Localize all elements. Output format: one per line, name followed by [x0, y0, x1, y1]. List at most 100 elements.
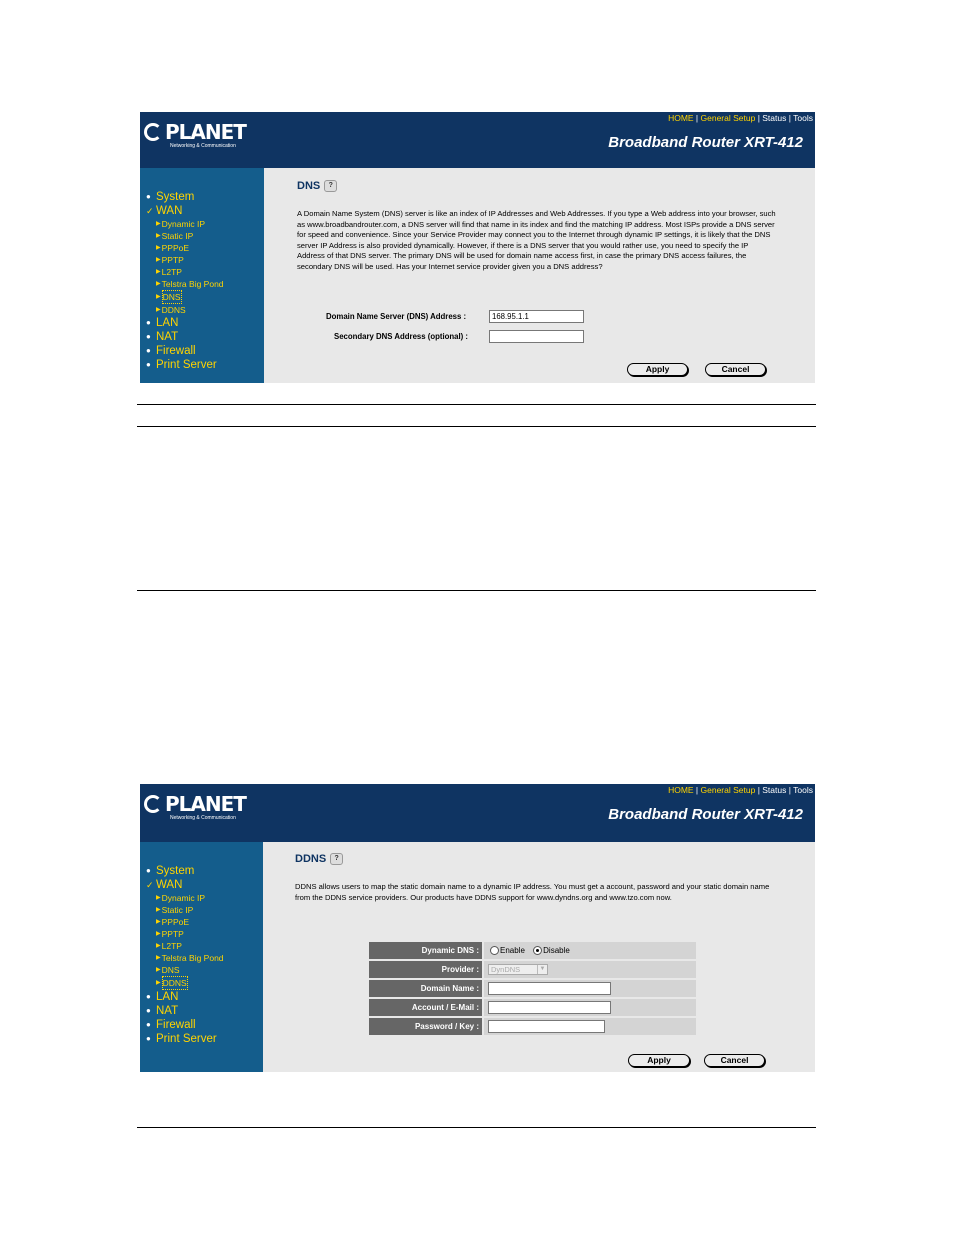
- arrow-icon: ▶: [156, 281, 161, 287]
- submenu-l2tp[interactable]: ▶ L2TP: [146, 266, 224, 278]
- arrow-icon: ▶: [156, 269, 161, 275]
- dns-screenshot: PLANET Networking & Communication HOME |…: [140, 112, 815, 383]
- nav-tools[interactable]: Tools: [793, 113, 813, 123]
- content-area: DDNS? DDNS allows users to map the stati…: [263, 842, 815, 1072]
- submenu-dns[interactable]: ▶ DNS: [146, 964, 224, 976]
- disable-radio[interactable]: [533, 945, 543, 955]
- password-cell: [484, 1018, 696, 1035]
- nav-home[interactable]: HOME: [668, 113, 694, 123]
- submenu-label: PPPoE: [161, 917, 190, 927]
- nav-general-setup[interactable]: General Setup: [701, 113, 756, 123]
- menu-system[interactable]: ● System: [146, 190, 224, 204]
- apply-button[interactable]: Apply: [627, 363, 688, 376]
- nav-status[interactable]: Status: [762, 785, 786, 795]
- divider-line: [137, 404, 816, 405]
- provider-label: Provider :: [369, 961, 482, 978]
- bullet-icon: ●: [146, 1006, 151, 1015]
- dynamic-dns-label: Dynamic DNS :: [369, 942, 482, 959]
- domain-name-input[interactable]: [488, 982, 611, 995]
- nav-general-setup[interactable]: General Setup: [701, 785, 756, 795]
- nav-status[interactable]: Status: [762, 113, 786, 123]
- menu-label: NAT: [156, 1005, 179, 1017]
- page-description: A Domain Name System (DNS) server is lik…: [297, 209, 776, 271]
- menu-label: Print Server: [156, 1033, 217, 1045]
- submenu-label: L2TP: [161, 941, 182, 951]
- submenu-label: Static IP: [161, 905, 194, 915]
- nav-separator: |: [693, 113, 701, 123]
- arrow-icon: ▶: [156, 233, 161, 239]
- account-input[interactable]: [488, 1001, 611, 1014]
- menu-firewall[interactable]: ● Firewall: [146, 1018, 224, 1032]
- arrow-icon: ▶: [156, 980, 161, 986]
- page-title-text: DNS: [297, 180, 321, 192]
- nav-home[interactable]: HOME: [668, 785, 694, 795]
- password-input[interactable]: [488, 1020, 605, 1033]
- menu-label: NAT: [156, 331, 179, 343]
- domain-name-cell: [484, 980, 696, 997]
- planet-swirl-icon: [144, 795, 162, 813]
- domain-name-label: Domain Name :: [369, 980, 482, 997]
- bullet-icon: ●: [146, 360, 151, 369]
- submenu-l2tp[interactable]: ▶ L2TP: [146, 940, 224, 952]
- help-icon[interactable]: ?: [330, 853, 344, 865]
- help-icon[interactable]: ?: [324, 180, 338, 192]
- content-area: DNS? A Domain Name System (DNS) server i…: [264, 168, 815, 383]
- menu-label: Firewall: [156, 1019, 196, 1031]
- menu-system[interactable]: ● System: [146, 864, 224, 878]
- menu-lan[interactable]: ● LAN: [146, 316, 224, 330]
- submenu-pppoe[interactable]: ▶ PPPoE: [146, 916, 224, 928]
- menu-label: WAN: [156, 205, 183, 217]
- submenu-pptp[interactable]: ▶ PPTP: [146, 928, 224, 940]
- arrow-icon: ▶: [156, 245, 161, 251]
- menu-label: LAN: [156, 317, 179, 329]
- account-cell: [484, 999, 696, 1016]
- header-bar: PLANET Networking & Communication HOME |…: [140, 112, 815, 168]
- menu-label: Print Server: [156, 359, 217, 371]
- password-label: Password / Key :: [369, 1018, 482, 1035]
- enable-radio[interactable]: [490, 945, 499, 955]
- menu-nat[interactable]: ● NAT: [146, 330, 224, 344]
- product-name: Broadband Router XRT-412: [608, 806, 803, 823]
- divider-line: [137, 590, 816, 591]
- submenu-dns[interactable]: ▶ DNS: [146, 290, 224, 304]
- cancel-button[interactable]: Cancel: [704, 1054, 765, 1067]
- submenu-ddns[interactable]: ▶ DDNS: [146, 304, 224, 316]
- planet-swirl-icon: [144, 123, 162, 141]
- secondary-dns-input[interactable]: [489, 330, 584, 343]
- menu-print-server[interactable]: ● Print Server: [146, 1032, 224, 1046]
- cancel-button[interactable]: Cancel: [705, 363, 766, 376]
- arrow-icon: ▶: [156, 221, 161, 227]
- submenu-label: Telstra Big Pond: [161, 279, 224, 289]
- menu-firewall[interactable]: ● Firewall: [146, 344, 224, 358]
- submenu-static-ip[interactable]: ▶ Static IP: [146, 904, 224, 916]
- submenu-telstra[interactable]: ▶ Telstra Big Pond: [146, 278, 224, 290]
- provider-select[interactable]: DynDNS ▼: [488, 964, 548, 975]
- submenu-static-ip[interactable]: ▶ Static IP: [146, 230, 224, 242]
- menu-print-server[interactable]: ● Print Server: [146, 358, 224, 372]
- submenu-dynamic-ip[interactable]: ▶ Dynamic IP: [146, 892, 224, 904]
- planet-logo[interactable]: PLANET Networking & Communication: [144, 120, 247, 149]
- submenu-label: DDNS: [161, 976, 188, 990]
- submenu-label: Dynamic IP: [161, 219, 206, 229]
- menu-lan[interactable]: ● LAN: [146, 990, 224, 1004]
- domain-name-row: Domain Name :: [369, 980, 696, 997]
- menu-wan[interactable]: ✓ WAN: [146, 204, 224, 218]
- submenu-pptp[interactable]: ▶ PPTP: [146, 254, 224, 266]
- apply-button[interactable]: Apply: [628, 1054, 690, 1067]
- submenu-label: DNS: [161, 965, 180, 975]
- planet-logo[interactable]: PLANET Networking & Communication: [144, 792, 247, 821]
- submenu-telstra[interactable]: ▶ Telstra Big Pond: [146, 952, 224, 964]
- submenu-dynamic-ip[interactable]: ▶ Dynamic IP: [146, 218, 224, 230]
- bullet-icon: ●: [146, 318, 151, 327]
- divider-line: [137, 1127, 816, 1128]
- submenu-ddns[interactable]: ▶ DDNS: [146, 976, 224, 990]
- dns-address-input[interactable]: 168.95.1.1: [489, 310, 584, 323]
- logo-tagline: Networking & Communication: [170, 143, 236, 149]
- arrow-icon: ▶: [156, 919, 161, 925]
- submenu-pppoe[interactable]: ▶ PPPoE: [146, 242, 224, 254]
- menu-wan[interactable]: ✓ WAN: [146, 878, 224, 892]
- menu-nat[interactable]: ● NAT: [146, 1004, 224, 1018]
- nav-tools[interactable]: Tools: [793, 785, 813, 795]
- bullet-icon: ●: [146, 1034, 151, 1043]
- secondary-dns-label: Secondary DNS Address (optional) :: [334, 332, 469, 341]
